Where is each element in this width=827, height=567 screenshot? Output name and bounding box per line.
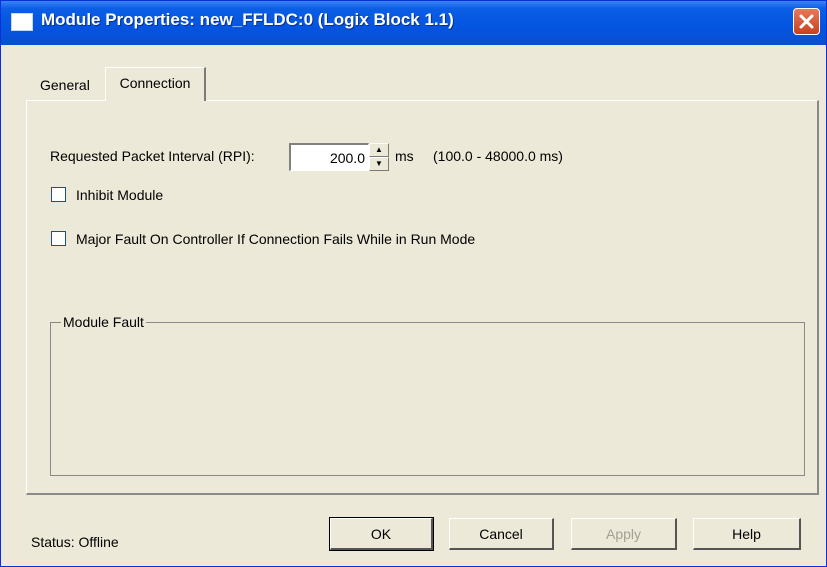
rpi-unit: ms (395, 148, 414, 164)
rpi-spinner[interactable]: ▲ ▼ (369, 143, 389, 171)
window-title: Module Properties: new_FFLDC:0 (Logix Bl… (41, 10, 454, 29)
spin-up-arrow-icon: ▲ (375, 145, 383, 154)
rpi-input[interactable] (289, 143, 369, 171)
major-fault-label[interactable]: Major Fault On Controller If Connection … (76, 231, 475, 247)
spin-down-arrow-icon: ▼ (375, 159, 383, 168)
inhibit-module-checkbox[interactable] (51, 187, 66, 202)
major-fault-checkbox[interactable] (51, 231, 66, 246)
apply-button[interactable]: Apply (571, 518, 677, 550)
module-fault-legend: Module Fault (61, 314, 146, 330)
inhibit-module-option[interactable]: Inhibit Module (51, 187, 163, 203)
tab-general[interactable]: General (34, 71, 96, 99)
help-button[interactable]: Help (693, 518, 801, 550)
close-button[interactable] (793, 8, 820, 35)
spin-down-button[interactable]: ▼ (369, 157, 389, 171)
rpi-label: Requested Packet Interval (RPI): (50, 148, 255, 164)
module-fault-group (50, 322, 805, 476)
major-fault-option[interactable]: Major Fault On Controller If Connection … (51, 231, 475, 247)
window-app-icon (11, 13, 33, 31)
rpi-range: (100.0 - 48000.0 ms) (433, 148, 563, 164)
ok-button[interactable]: OK (329, 517, 434, 551)
title-bar[interactable]: Module Properties: new_FFLDC:0 (Logix Bl… (1, 1, 826, 45)
close-icon (799, 14, 814, 29)
inhibit-module-label[interactable]: Inhibit Module (76, 187, 163, 203)
cancel-button[interactable]: Cancel (449, 518, 554, 550)
tab-connection[interactable]: Connection (105, 67, 206, 101)
spin-up-button[interactable]: ▲ (369, 143, 389, 157)
status-text: Status: Offline (31, 534, 119, 550)
module-properties-dialog: Module Properties: new_FFLDC:0 (Logix Bl… (0, 0, 827, 567)
